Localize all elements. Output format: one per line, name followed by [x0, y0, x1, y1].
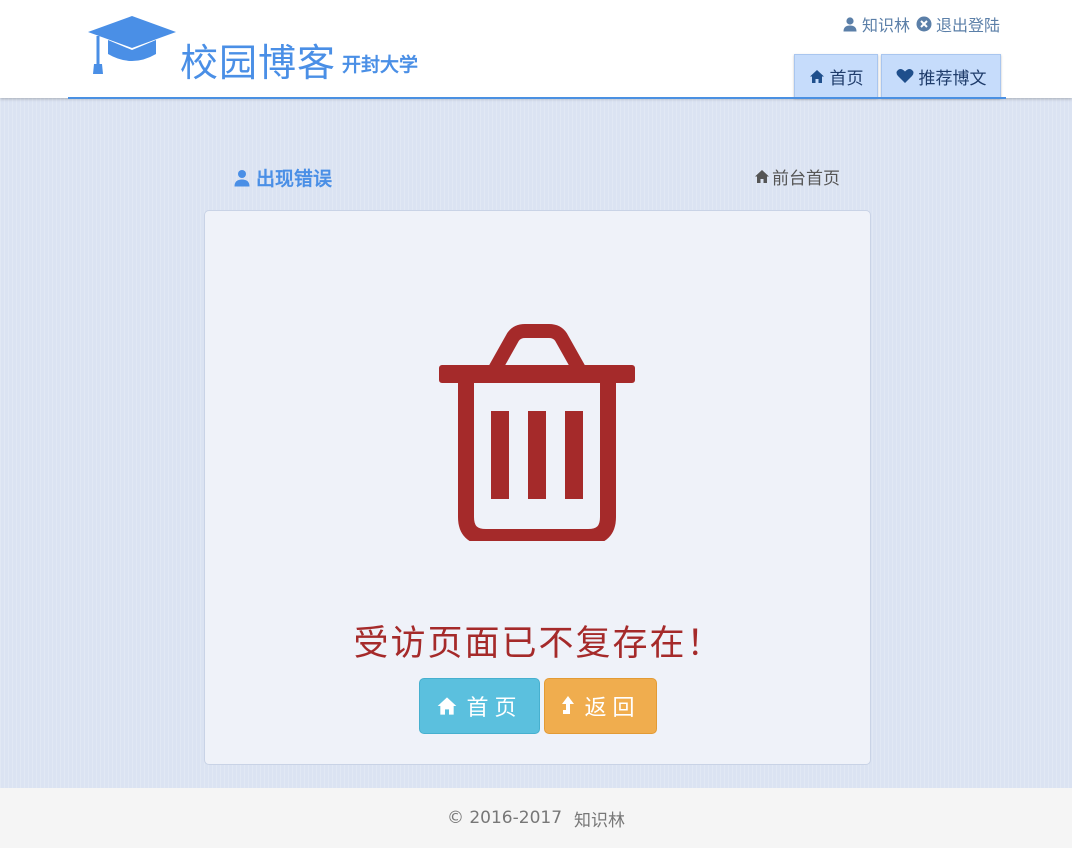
footer-copyright: © 2016-2017 — [446, 808, 563, 828]
user-area: 知识林 退出登陆 — [842, 12, 1000, 36]
home-button-label: 首页 — [466, 696, 523, 721]
nav-home-label: 首页 — [829, 68, 864, 89]
nav-recommend-label: 推荐博文 — [918, 68, 987, 89]
error-panel: 受访页面已不复存在！ 首页 返回 — [204, 210, 871, 765]
footer-author: 知识林 — [574, 810, 626, 831]
close-circle-icon — [916, 16, 932, 32]
heart-icon — [896, 69, 913, 83]
site-subtitle: 开封大学 — [342, 54, 419, 76]
site-title[interactable]: 校园博客 — [180, 32, 336, 87]
front-home-label: 前台首页 — [772, 169, 840, 189]
site-footer: © 2016-2017 知识林 — [0, 788, 1072, 848]
logout-link[interactable]: 退出登陆 — [916, 12, 1000, 36]
user-icon — [234, 169, 250, 186]
nav-home-button[interactable]: 首页 — [794, 54, 878, 98]
section-title: 出现错误 — [234, 164, 332, 191]
home-button[interactable]: 首页 — [419, 678, 540, 734]
back-button[interactable]: 返回 — [544, 678, 657, 734]
logout-label: 退出登陆 — [935, 16, 1000, 35]
section-title-label: 出现错误 — [256, 168, 333, 190]
nav-recommend-button[interactable]: 推荐博文 — [881, 54, 1001, 98]
home-icon — [755, 170, 769, 183]
graduation-cap-icon — [88, 16, 176, 74]
user-name: 知识林 — [861, 16, 910, 35]
home-icon — [438, 697, 457, 715]
user-icon — [843, 17, 857, 32]
front-home-link[interactable]: 前台首页 — [754, 164, 840, 189]
header-divider — [68, 97, 1006, 99]
home-icon — [809, 69, 824, 83]
trash-icon — [439, 324, 635, 541]
return-arrow-icon — [562, 696, 575, 714]
user-profile-link[interactable]: 知识林 — [842, 12, 910, 36]
back-button-label: 返回 — [584, 696, 641, 721]
error-message: 受访页面已不复存在！ — [353, 624, 724, 664]
site-header: 校园博客 开封大学 知识林 退出登陆 首页 推荐博文 — [0, 0, 1072, 98]
